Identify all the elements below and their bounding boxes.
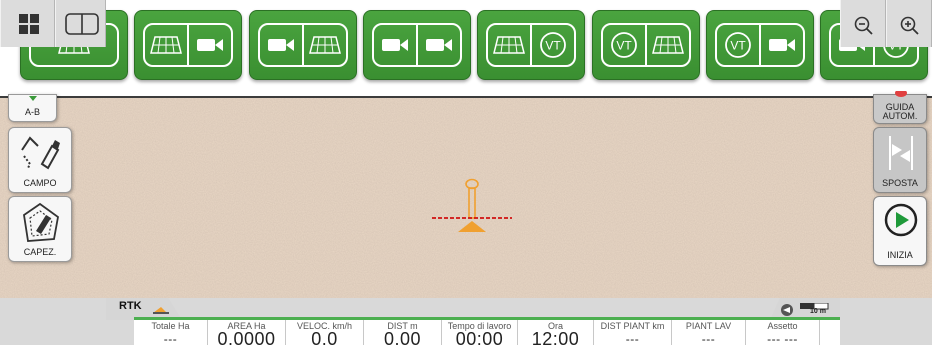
telemetry-value: --- xyxy=(163,332,178,345)
compass-icon xyxy=(781,304,793,316)
zoom-in-icon xyxy=(900,16,919,35)
start-button[interactable]: INIZIA xyxy=(873,196,927,266)
telemetry-cell: DIST PIANT km --- xyxy=(594,320,672,345)
layout-pane: VT xyxy=(603,25,645,65)
layout-pane xyxy=(418,25,460,65)
layout-frame: VT xyxy=(714,23,805,67)
field-label: CAMPO xyxy=(23,178,57,188)
camera-icon xyxy=(768,39,795,51)
field-button[interactable]: CAMPO xyxy=(8,127,72,193)
play-icon xyxy=(884,203,918,237)
layout-frame xyxy=(371,23,462,67)
telemetry-value: 0.0 xyxy=(311,329,338,345)
layout-button-field-vt[interactable]: VT xyxy=(477,10,586,80)
layout-pane xyxy=(260,25,302,65)
start-label: INIZIA xyxy=(887,250,913,260)
field-map-icon xyxy=(150,36,183,54)
telemetry-caption: DIST PIANT km xyxy=(600,321,665,331)
layout-pane: VT xyxy=(532,25,574,65)
arrow-down-icon xyxy=(28,96,37,101)
autoguide-label-line2: AUTOM. xyxy=(882,111,918,121)
zoom-out-button[interactable] xyxy=(840,0,886,47)
layout-pane xyxy=(189,25,231,65)
telemetry-cell: Ora 12:00 xyxy=(518,320,594,345)
vt-text: VT xyxy=(546,39,562,53)
telemetry-value: 00:00 xyxy=(455,329,504,345)
layout-frame xyxy=(143,23,234,67)
virtual-terminal-icon: VT xyxy=(540,32,567,58)
telemetry-value: --- xyxy=(701,332,716,345)
autoguide-button[interactable]: GUIDA AUTOM. xyxy=(873,91,927,124)
telemetry-cell: Tempo di lavoro 00:00 xyxy=(442,320,518,345)
grid-view-button[interactable] xyxy=(0,0,55,47)
layout-pane xyxy=(647,25,689,65)
layout-pane xyxy=(304,25,346,65)
field-map-icon xyxy=(493,36,526,54)
headland-label: CAPEZ. xyxy=(23,247,57,257)
telemetry-value: --- --- xyxy=(767,332,798,345)
camera-icon xyxy=(267,39,294,51)
rtk-label: RTK xyxy=(119,300,142,312)
telemetry-value: 12:00 xyxy=(531,329,580,345)
ab-line-button[interactable]: A-B xyxy=(8,94,57,122)
headland-button[interactable]: CAPEZ. xyxy=(8,196,72,262)
layout-button-camera-field[interactable] xyxy=(248,10,357,80)
camera-icon xyxy=(197,39,224,51)
shift-line-icon xyxy=(889,136,913,170)
telemetry-value: --- xyxy=(625,332,640,345)
grid-icon xyxy=(19,14,39,34)
layout-frame: VT xyxy=(600,23,691,67)
telemetry-cell: VELOC. km/h 0.0 xyxy=(286,320,364,345)
layout-toolbar: VTVTVTVT xyxy=(0,0,932,96)
layout-button-vt-field[interactable]: VT xyxy=(591,10,700,80)
layout-button-camera-camera[interactable] xyxy=(362,10,471,80)
zoom-out-icon xyxy=(854,16,873,35)
layout-button-vt-camera[interactable]: VT xyxy=(705,10,814,80)
headland-icon xyxy=(23,202,59,242)
layout-pane: VT xyxy=(717,25,759,65)
autoguide-indicator-icon xyxy=(895,91,907,97)
telemetry-cell: AREA Ha 0.0000 xyxy=(208,320,286,345)
ab-line-label: A-B xyxy=(24,107,40,117)
telemetry-caption: PIANT LAV xyxy=(685,321,732,331)
layout-frame xyxy=(257,23,348,67)
layout-pane xyxy=(145,25,187,65)
telemetry-panel: Totale Ha --- AREA Ha 0.0000 VELOC. km/h 0.0 D… xyxy=(134,317,840,345)
split-view-icon xyxy=(65,13,99,35)
tractor-position-marker xyxy=(432,178,512,232)
field-boundary-icon xyxy=(21,136,60,170)
telemetry-cell: Assetto --- --- xyxy=(746,320,820,345)
telemetry-value: 0.00 xyxy=(383,329,422,345)
telemetry-cell: Totale Ha --- xyxy=(134,320,208,345)
scale-label: 10 m xyxy=(810,308,826,315)
vt-text: VT xyxy=(616,39,632,53)
telemetry-value: 0.0000 xyxy=(217,329,276,345)
shift-label: SPOSTA xyxy=(882,178,918,188)
telemetry-caption: Assetto xyxy=(767,321,798,331)
field-map-icon xyxy=(651,36,684,54)
telemetry-cell: DIST m 0.00 xyxy=(364,320,442,345)
field-map[interactable] xyxy=(0,96,932,300)
shift-button[interactable]: SPOSTA xyxy=(873,127,927,193)
telemetry-cell: PIANT LAV --- xyxy=(672,320,746,345)
virtual-terminal-icon: VT xyxy=(610,32,637,58)
layout-button-field-camera[interactable] xyxy=(134,10,243,80)
layout-pane xyxy=(488,25,530,65)
split-view-button[interactable] xyxy=(55,0,106,47)
gps-signal-icon xyxy=(153,307,169,314)
zoom-in-button[interactable] xyxy=(886,0,932,47)
layout-pane xyxy=(374,25,416,65)
layout-frame: VT xyxy=(486,23,577,67)
camera-icon xyxy=(381,39,408,51)
field-map-icon xyxy=(308,36,341,54)
virtual-terminal-icon: VT xyxy=(724,32,751,58)
vt-text: VT xyxy=(730,39,746,53)
layout-pane xyxy=(761,25,803,65)
camera-icon xyxy=(425,39,452,51)
telemetry-caption: Totale Ha xyxy=(151,321,190,331)
